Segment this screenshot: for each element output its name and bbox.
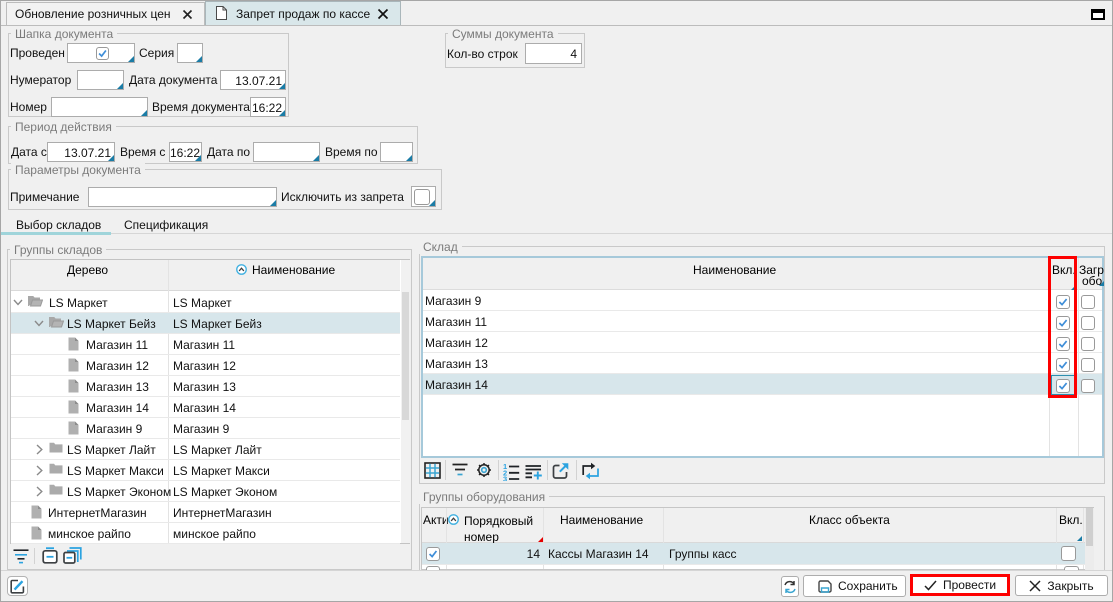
svg-text:3: 3	[503, 475, 507, 481]
